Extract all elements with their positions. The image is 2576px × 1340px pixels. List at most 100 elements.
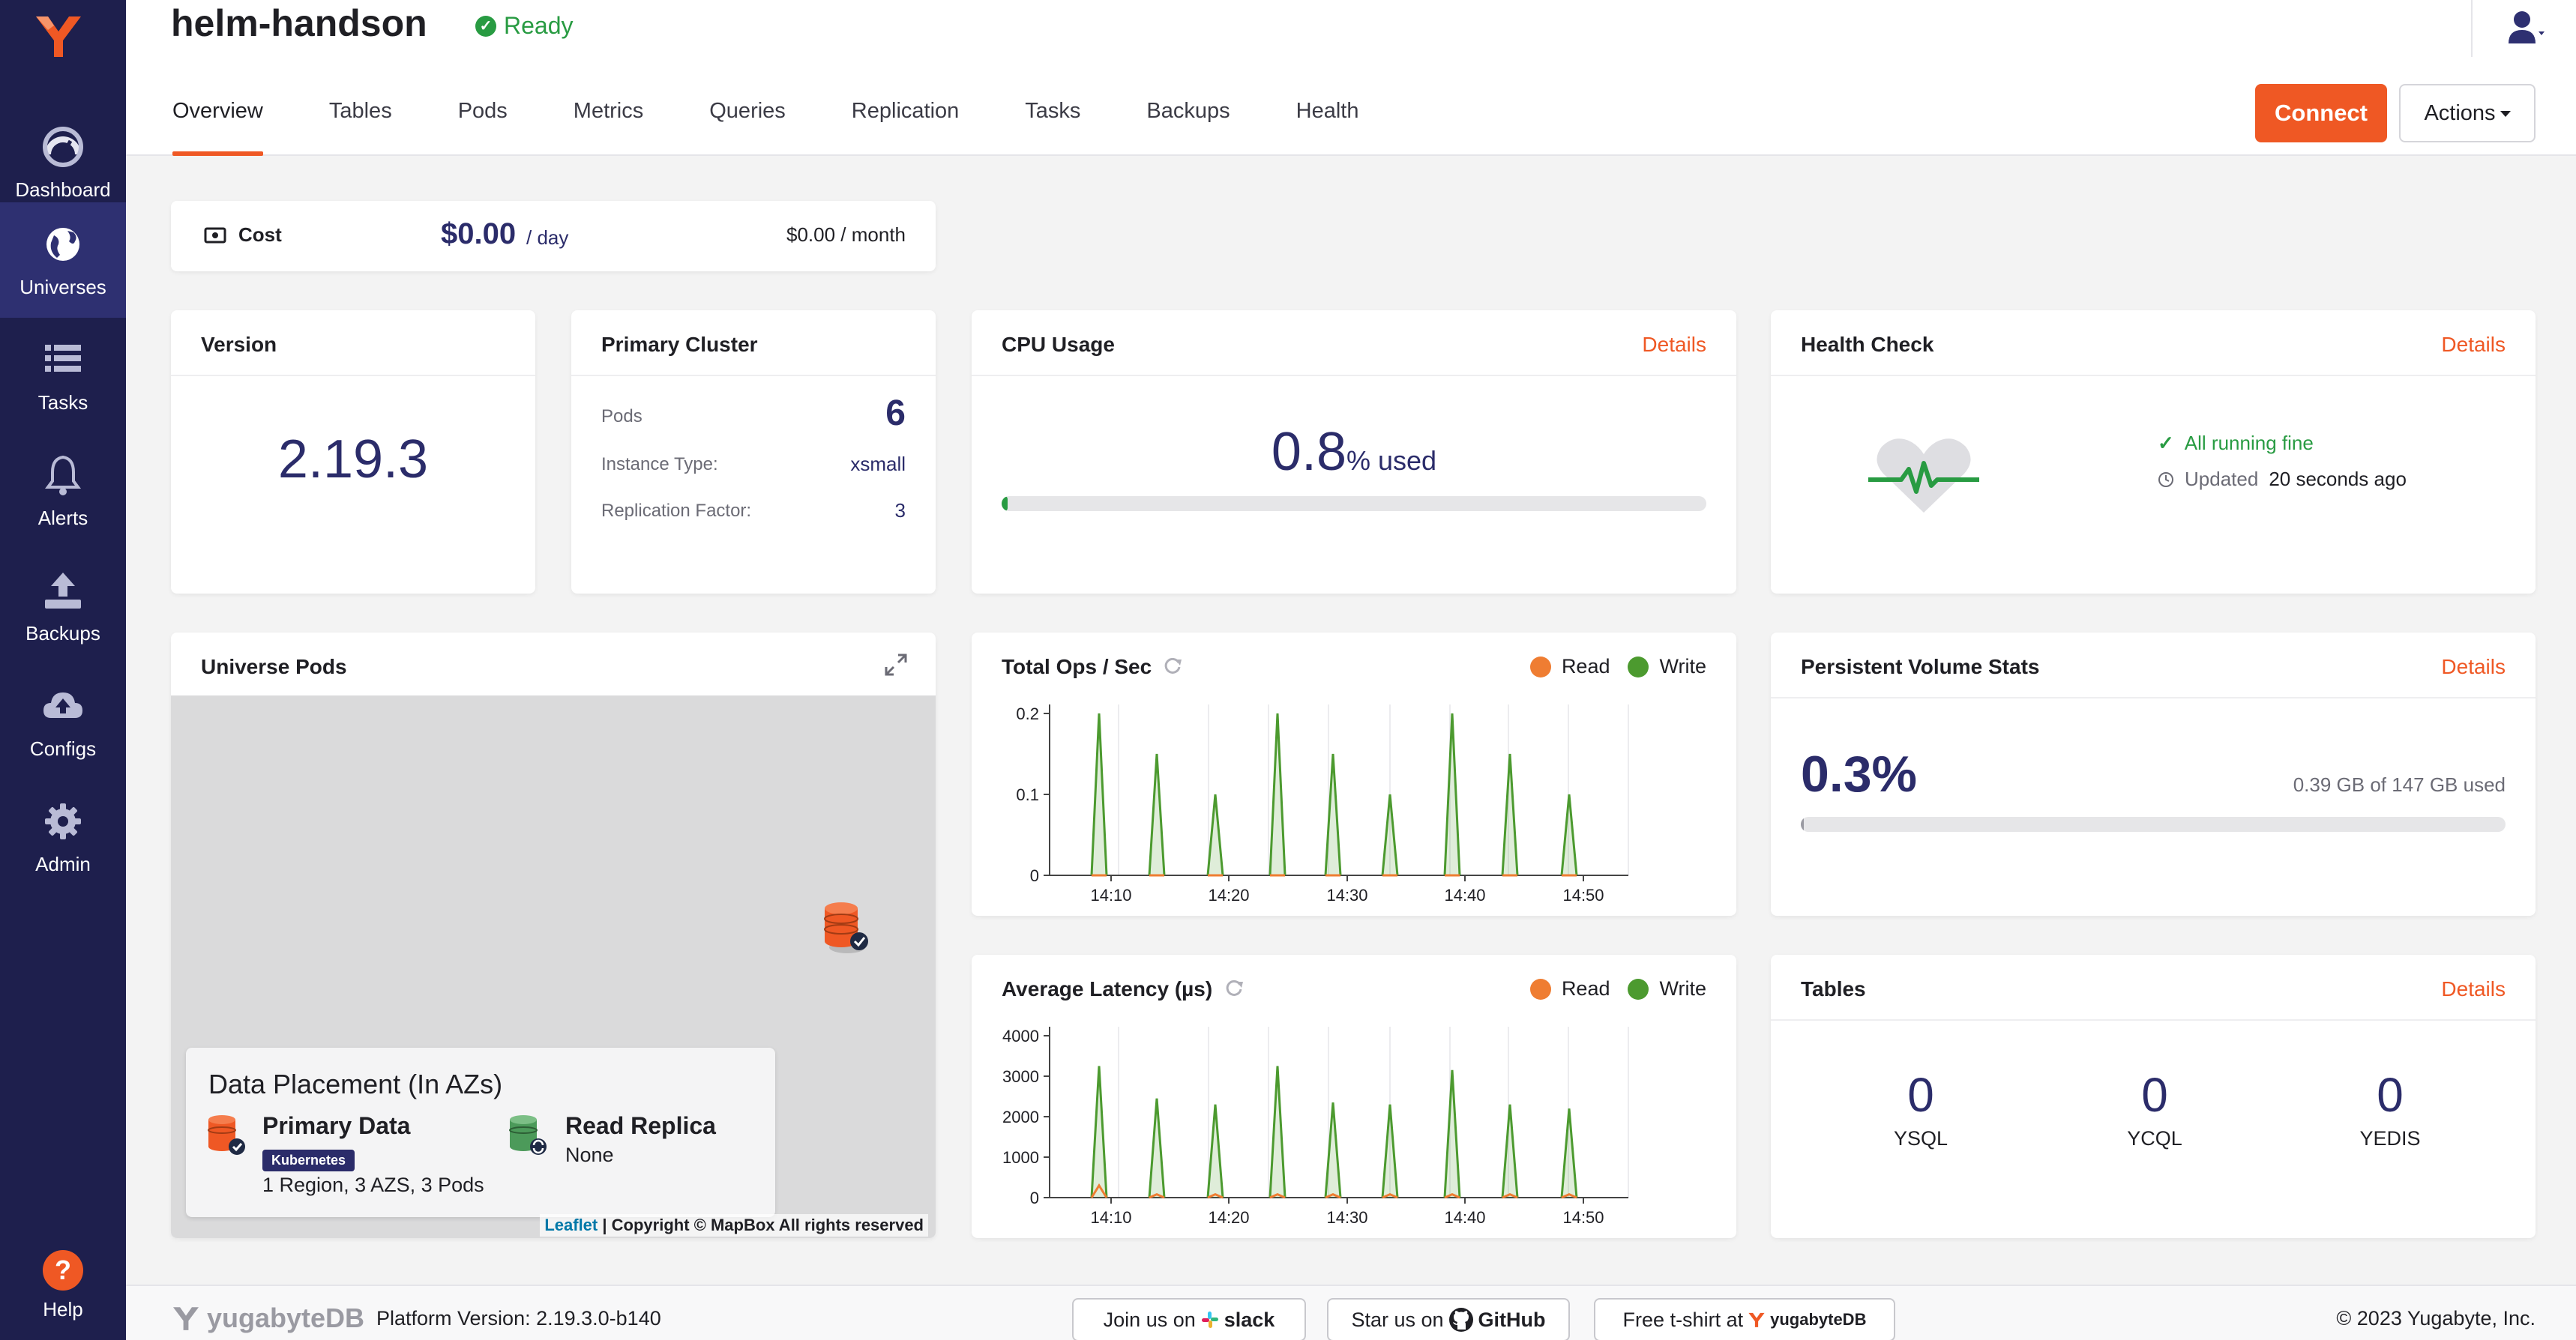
tab-tables[interactable]: Tables bbox=[329, 93, 392, 156]
health-check-card: Health Check Details ✓ All running fine … bbox=[1771, 310, 2536, 594]
total-ops-card: Total Ops / Sec Read Write 0 0.1 0.2 14:10 1… bbox=[972, 633, 1736, 916]
sidebar-item-alerts[interactable]: Alerts bbox=[0, 433, 126, 549]
legend-write-label: Write bbox=[1659, 977, 1706, 1000]
sidebar-item-configs[interactable]: Configs bbox=[0, 664, 126, 779]
tab-overview[interactable]: Overview bbox=[172, 93, 263, 156]
footer-logo-text: yugabyteDB bbox=[207, 1303, 365, 1333]
sidebar: Dashboard Universes Tasks Alerts Backups bbox=[0, 0, 126, 1340]
slack-link[interactable]: Join us on slack bbox=[1072, 1298, 1306, 1340]
tab-backups[interactable]: Backups bbox=[1146, 93, 1230, 156]
primary-data-label: Primary Data bbox=[262, 1112, 411, 1139]
x-tick-label: 14:20 bbox=[1208, 1208, 1249, 1227]
tab-bar: Overview Tables Pods Metrics Queries Rep… bbox=[172, 93, 1424, 156]
y-tick-label: 4000 bbox=[1002, 1027, 1039, 1045]
cost-per-day-unit: / day bbox=[526, 226, 569, 249]
page-header: helm-handson ✓ Ready Overview Tables Pod… bbox=[126, 0, 2576, 156]
tab-health[interactable]: Health bbox=[1296, 93, 1359, 156]
card-title: Persistent Volume Stats bbox=[1801, 655, 2040, 678]
globe-icon bbox=[46, 228, 79, 261]
tab-metrics[interactable]: Metrics bbox=[574, 93, 643, 156]
pv-percent: 0.3% bbox=[1801, 746, 1917, 803]
persistent-volume-card: Persistent Volume Stats Details 0.3% 0.3… bbox=[1771, 633, 2536, 916]
user-icon bbox=[2509, 11, 2545, 43]
version-card: Version 2.19.3 bbox=[171, 310, 535, 594]
data-placement-panel: Data Placement (In AZs) Primary Data Kub… bbox=[186, 1048, 775, 1217]
money-icon bbox=[204, 227, 226, 244]
card-title: Universe Pods bbox=[201, 655, 347, 678]
yugabyte-small-logo bbox=[1748, 1312, 1765, 1327]
expand-icon[interactable] bbox=[883, 652, 909, 677]
status-text: Ready bbox=[504, 12, 574, 39]
primary-cluster-card: Primary Cluster Pods 6 Instance Type: xs… bbox=[571, 310, 936, 594]
yugabyte-logo[interactable] bbox=[33, 13, 84, 58]
sidebar-item-tasks[interactable]: Tasks bbox=[0, 318, 126, 433]
sidebar-item-universes[interactable]: Universes bbox=[0, 202, 126, 318]
actions-label: Actions bbox=[2424, 100, 2496, 125]
write-legend-dot bbox=[1628, 978, 1649, 1000]
sidebar-item-label: Tasks bbox=[37, 391, 88, 414]
legend-write-label: Write bbox=[1659, 655, 1706, 677]
tshirt-link[interactable]: Free t-shirt at yugabyteDB bbox=[1594, 1298, 1895, 1340]
tab-replication[interactable]: Replication bbox=[852, 93, 959, 156]
health-status: ✓ All running fine bbox=[2158, 432, 2314, 455]
refresh-icon[interactable] bbox=[1224, 977, 1245, 998]
card-title: Version bbox=[201, 333, 277, 356]
pv-details-link[interactable]: Details bbox=[2441, 655, 2506, 679]
page-title: helm-handson bbox=[171, 2, 427, 44]
read-replica-label: Read Replica bbox=[565, 1112, 716, 1139]
sidebar-item-label: Help bbox=[43, 1298, 83, 1321]
primary-data-icon bbox=[208, 1115, 245, 1155]
connect-button[interactable]: Connect bbox=[2255, 84, 2387, 142]
map[interactable]: Data Placement (In AZs) Primary Data Kub… bbox=[171, 695, 936, 1238]
tshirt-brand: yugabyteDB bbox=[1770, 1310, 1867, 1329]
version-value: 2.19.3 bbox=[277, 429, 429, 489]
primary-data-detail: 1 Region, 3 AZS, 3 Pods bbox=[262, 1174, 484, 1196]
divider bbox=[1771, 1019, 2536, 1021]
sidebar-item-backups[interactable]: Backups bbox=[0, 549, 126, 664]
yugabyte-logo bbox=[173, 1307, 199, 1330]
slack-prefix: Join us on bbox=[1103, 1308, 1196, 1331]
tab-tasks[interactable]: Tasks bbox=[1025, 93, 1080, 156]
dashboard-icon bbox=[43, 127, 83, 167]
y-tick-label: 0.2 bbox=[1016, 704, 1039, 723]
x-tick-label: 14:50 bbox=[1562, 1208, 1604, 1227]
upload-icon bbox=[45, 573, 81, 609]
kubernetes-badge: Kubernetes bbox=[262, 1150, 355, 1171]
sidebar-item-help[interactable]: ? Help bbox=[0, 1244, 126, 1334]
attribution-text: | Copyright © MapBox All rights reserved bbox=[602, 1216, 924, 1234]
y-tick-label: 0 bbox=[1030, 1189, 1039, 1207]
x-tick-label: 14:10 bbox=[1090, 1208, 1131, 1227]
placement-title: Data Placement (In AZs) bbox=[208, 1069, 503, 1099]
actions-dropdown[interactable]: Actions bbox=[2399, 84, 2536, 142]
bell-icon bbox=[45, 455, 81, 495]
slack-brand: slack bbox=[1224, 1308, 1275, 1331]
average-latency-card: Average Latency (µs) Read Write 0 1000 200… bbox=[972, 955, 1736, 1238]
user-menu[interactable] bbox=[2471, 0, 2576, 57]
read-legend-dot bbox=[1529, 656, 1551, 677]
x-tick-label: 14:10 bbox=[1090, 886, 1131, 905]
pods-label: Pods bbox=[601, 406, 643, 426]
database-marker-icon[interactable] bbox=[817, 898, 877, 958]
card-title: Health Check bbox=[1801, 333, 1934, 356]
replication-factor-value: 3 bbox=[894, 499, 906, 522]
health-details-link[interactable]: Details bbox=[2441, 333, 2506, 357]
github-brand: GitHub bbox=[1478, 1308, 1546, 1331]
heartbeat-icon bbox=[1868, 438, 1979, 513]
x-tick-label: 14:30 bbox=[1326, 886, 1367, 905]
tshirt-prefix: Free t-shirt at bbox=[1622, 1308, 1744, 1331]
divider bbox=[1771, 697, 2536, 698]
cpu-details-link[interactable]: Details bbox=[1642, 333, 1706, 357]
tab-queries[interactable]: Queries bbox=[709, 93, 786, 156]
tables-details-link[interactable]: Details bbox=[2441, 977, 2506, 1001]
sidebar-item-admin[interactable]: Admin bbox=[0, 779, 126, 895]
leaflet-link[interactable]: Leaflet bbox=[544, 1216, 598, 1234]
y-tick-label: 0.1 bbox=[1016, 785, 1039, 804]
cloud-upload-icon bbox=[43, 692, 82, 718]
platform-version: Platform Version: 2.19.3.0-b140 bbox=[376, 1307, 661, 1330]
refresh-icon[interactable] bbox=[1162, 655, 1183, 676]
tab-pods[interactable]: Pods bbox=[458, 93, 508, 156]
github-link[interactable]: Star us on GitHub bbox=[1327, 1298, 1570, 1340]
y-tick-label: 2000 bbox=[1002, 1108, 1039, 1126]
ycql-count: 0 YCQL bbox=[2080, 1067, 2230, 1150]
clock-icon bbox=[2158, 471, 2173, 487]
